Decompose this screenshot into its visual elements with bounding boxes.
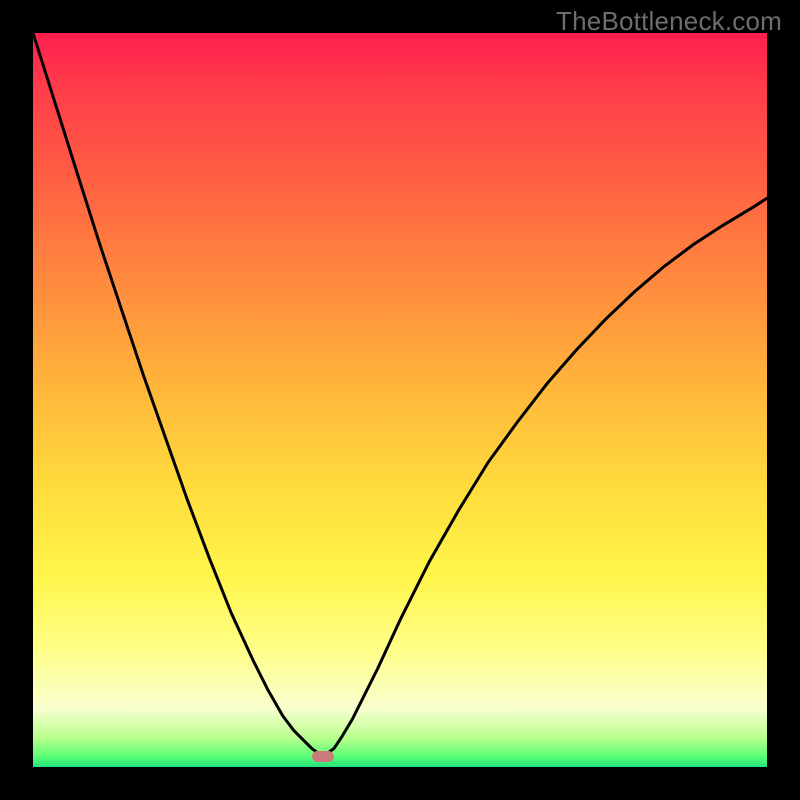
bottleneck-curve xyxy=(33,33,767,754)
minimum-marker xyxy=(312,751,334,762)
watermark-text: TheBottleneck.com xyxy=(556,6,782,37)
curve-layer xyxy=(33,33,767,767)
chart-frame: TheBottleneck.com xyxy=(0,0,800,800)
plot-area xyxy=(33,33,767,767)
